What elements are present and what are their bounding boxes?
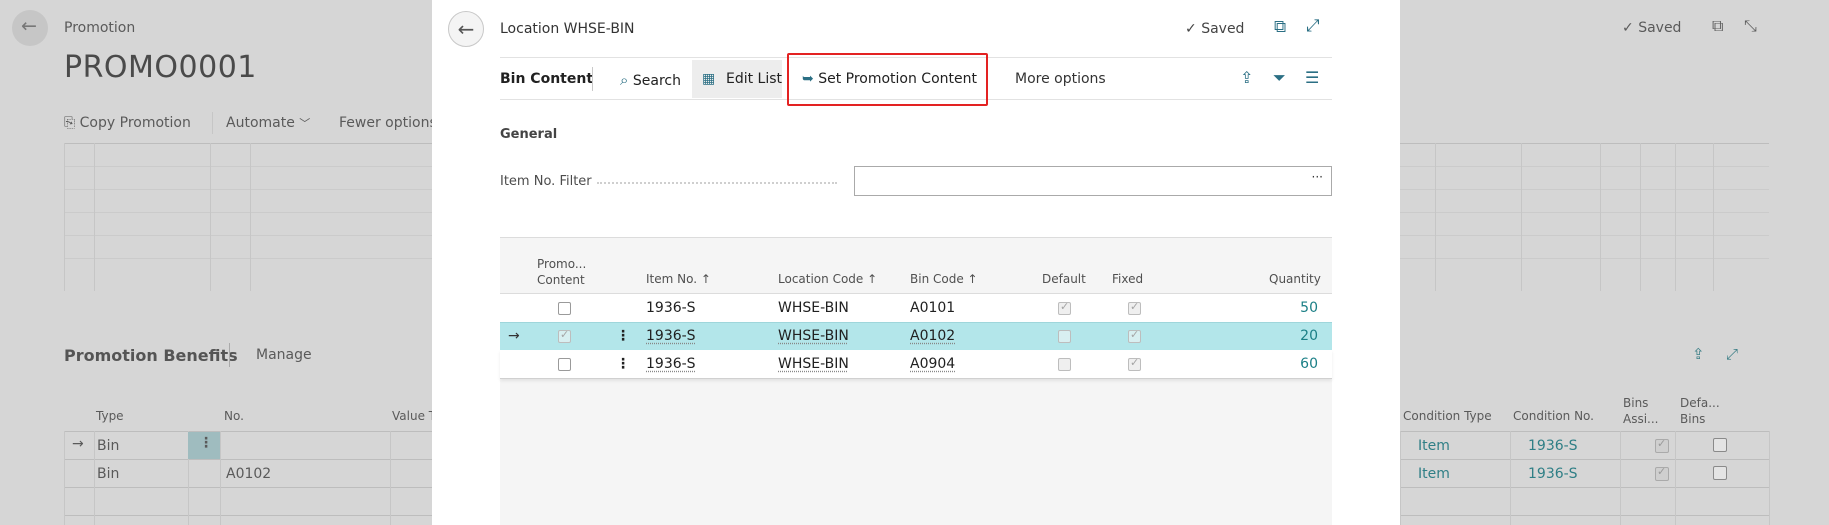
item-no-filter-input[interactable]: ···	[854, 166, 1332, 196]
open-new-window-icon[interactable]: ⧉	[1274, 17, 1286, 37]
col-bin-code[interactable]: Bin Code ↑	[910, 272, 978, 286]
lookup-ellipsis-button[interactable]: ···	[1312, 170, 1323, 184]
item-no-filter-label: Item No. Filter	[500, 174, 592, 189]
row-arrow-icon: →	[72, 436, 84, 452]
col-bins-assigned: Bins Assi...	[1623, 396, 1659, 426]
col-no: No.	[224, 409, 244, 423]
col-quantity[interactable]: Quantity	[1269, 272, 1321, 286]
benefit-row-2-type[interactable]: Bin	[97, 466, 119, 482]
expand-icon[interactable]: ⤢	[1306, 16, 1320, 36]
back-arrow-icon: ←	[457, 17, 475, 41]
table-row[interactable]: 1936-S WHSE-BIN A0101 50	[500, 293, 1332, 322]
row-menu-icon[interactable]: ⋮	[616, 328, 630, 344]
breadcrumb: Promotion	[64, 20, 136, 36]
filter-icon[interactable]: ⏷	[1273, 68, 1286, 88]
row-3-quantity[interactable]: 60	[1300, 356, 1318, 372]
copy-promotion-button[interactable]: ⎘ Copy Promotion	[64, 115, 191, 131]
col-default[interactable]: Default	[1042, 272, 1086, 286]
row-1-bin[interactable]: A0101	[910, 300, 955, 316]
row-1-fixed-checkbox	[1128, 300, 1141, 315]
benefit-row-1-type[interactable]: Bin	[97, 438, 119, 454]
row-2-fixed-checkbox	[1128, 328, 1141, 343]
edit-list-button[interactable]: ▦ Edit List	[692, 60, 782, 98]
col-default-bins: Defa... Bins	[1680, 396, 1720, 426]
dialog-saved-status: ✓ Saved	[1185, 21, 1245, 37]
table-row-selected[interactable]: → ⋮ 1936-S WHSE-BIN A0102 20	[500, 322, 1332, 350]
row-1-promo-checkbox[interactable]	[558, 302, 571, 315]
list-view-icon[interactable]: ☰	[1305, 68, 1319, 87]
row-2-location[interactable]: WHSE-BIN	[778, 328, 849, 344]
fewer-options-button[interactable]: Fewer options	[339, 115, 437, 131]
saved-status: ✓ Saved	[1622, 20, 1682, 36]
tab-bin-content[interactable]: Bin Content	[500, 71, 593, 87]
copy-icon: ⎘	[64, 115, 76, 131]
general-heading: General	[500, 127, 558, 142]
share-icon[interactable]: ⇪	[1240, 68, 1253, 87]
row-2-item-no[interactable]: 1936-S	[646, 328, 696, 344]
col-condition-type: Condition Type	[1403, 409, 1492, 423]
benefit-row-1-condition-type[interactable]: Item	[1418, 438, 1450, 454]
benefit-row-2-condition-no[interactable]: 1936-S	[1528, 466, 1578, 482]
col-location-code[interactable]: Location Code ↑	[778, 272, 877, 286]
row-3-location[interactable]: WHSE-BIN	[778, 356, 849, 372]
row-1-location[interactable]: WHSE-BIN	[778, 300, 849, 316]
benefit-row-1-bins-assigned	[1655, 437, 1669, 453]
row-2-quantity[interactable]: 20	[1300, 328, 1318, 344]
col-item-no[interactable]: Item No. ↑	[646, 272, 711, 286]
row-menu-icon[interactable]: ⋮	[199, 435, 213, 451]
expand-icon[interactable]: ⤢	[1726, 345, 1738, 363]
highlight-box	[787, 53, 988, 106]
benefit-row-1-default-bins[interactable]	[1713, 438, 1727, 452]
more-options-button[interactable]: More options	[1015, 71, 1106, 87]
row-1-item-no[interactable]: 1936-S	[646, 300, 696, 316]
row-1-quantity[interactable]: 50	[1300, 300, 1318, 316]
row-3-promo-checkbox[interactable]	[558, 358, 571, 371]
col-promo-content: Promo... Content	[537, 257, 587, 287]
back-button[interactable]: ←	[12, 10, 48, 46]
row-2-default-checkbox	[1058, 330, 1071, 343]
location-dialog: ← Location WHSE-BIN ✓ Saved ⧉ ⤢ Bin Cont…	[432, 0, 1400, 525]
chevron-down-icon: ﹀	[299, 117, 311, 130]
dialog-title: Location WHSE-BIN	[500, 21, 635, 37]
dialog-back-button[interactable]: ←	[448, 11, 484, 47]
sort-up-icon: ↑	[700, 272, 711, 286]
row-menu-icon[interactable]: ⋮	[616, 356, 630, 372]
row-2-promo-checkbox[interactable]	[558, 328, 571, 343]
benefit-row-2-bins-assigned	[1655, 465, 1669, 481]
benefits-title: Promotion Benefits	[64, 346, 238, 365]
row-3-default-checkbox	[1058, 358, 1071, 371]
col-type: Type	[96, 409, 124, 423]
collapse-icon[interactable]: ⤡	[1744, 16, 1757, 36]
table-row[interactable]: ⋮ 1936-S WHSE-BIN A0904 60	[500, 350, 1332, 379]
benefit-row-2-no[interactable]: A0102	[226, 466, 271, 482]
row-3-item-no[interactable]: 1936-S	[646, 356, 696, 372]
check-icon: ✓	[1185, 21, 1197, 37]
sort-up-icon: ↑	[867, 272, 878, 286]
edit-list-icon: ▦	[702, 71, 716, 87]
row-3-fixed-checkbox	[1128, 356, 1141, 371]
manage-button[interactable]: Manage	[256, 347, 312, 363]
field-leader-dots	[597, 182, 837, 184]
search-button[interactable]: ⌕ Search	[620, 71, 681, 89]
row-1-default-checkbox	[1058, 300, 1071, 315]
search-icon: ⌕	[620, 71, 629, 89]
benefit-row-2-condition-type[interactable]: Item	[1418, 466, 1450, 482]
benefit-row-1-condition-no[interactable]: 1936-S	[1528, 438, 1578, 454]
check-icon: ✓	[1622, 20, 1634, 36]
col-condition-no: Condition No.	[1513, 409, 1594, 423]
open-new-window-icon[interactable]: ⧉	[1712, 16, 1723, 36]
page-title: PROMO0001	[64, 50, 257, 85]
row-3-bin[interactable]: A0904	[910, 356, 955, 372]
back-arrow-icon: ←	[21, 15, 37, 37]
row-2-bin[interactable]: A0102	[910, 328, 955, 344]
row-arrow-icon: →	[508, 328, 520, 344]
share-icon[interactable]: ⇪	[1692, 345, 1705, 363]
col-fixed[interactable]: Fixed	[1112, 272, 1143, 286]
sort-up-icon: ↑	[967, 272, 978, 286]
automate-menu[interactable]: Automate ﹀	[226, 115, 310, 131]
benefit-row-2-default-bins[interactable]	[1713, 466, 1727, 480]
